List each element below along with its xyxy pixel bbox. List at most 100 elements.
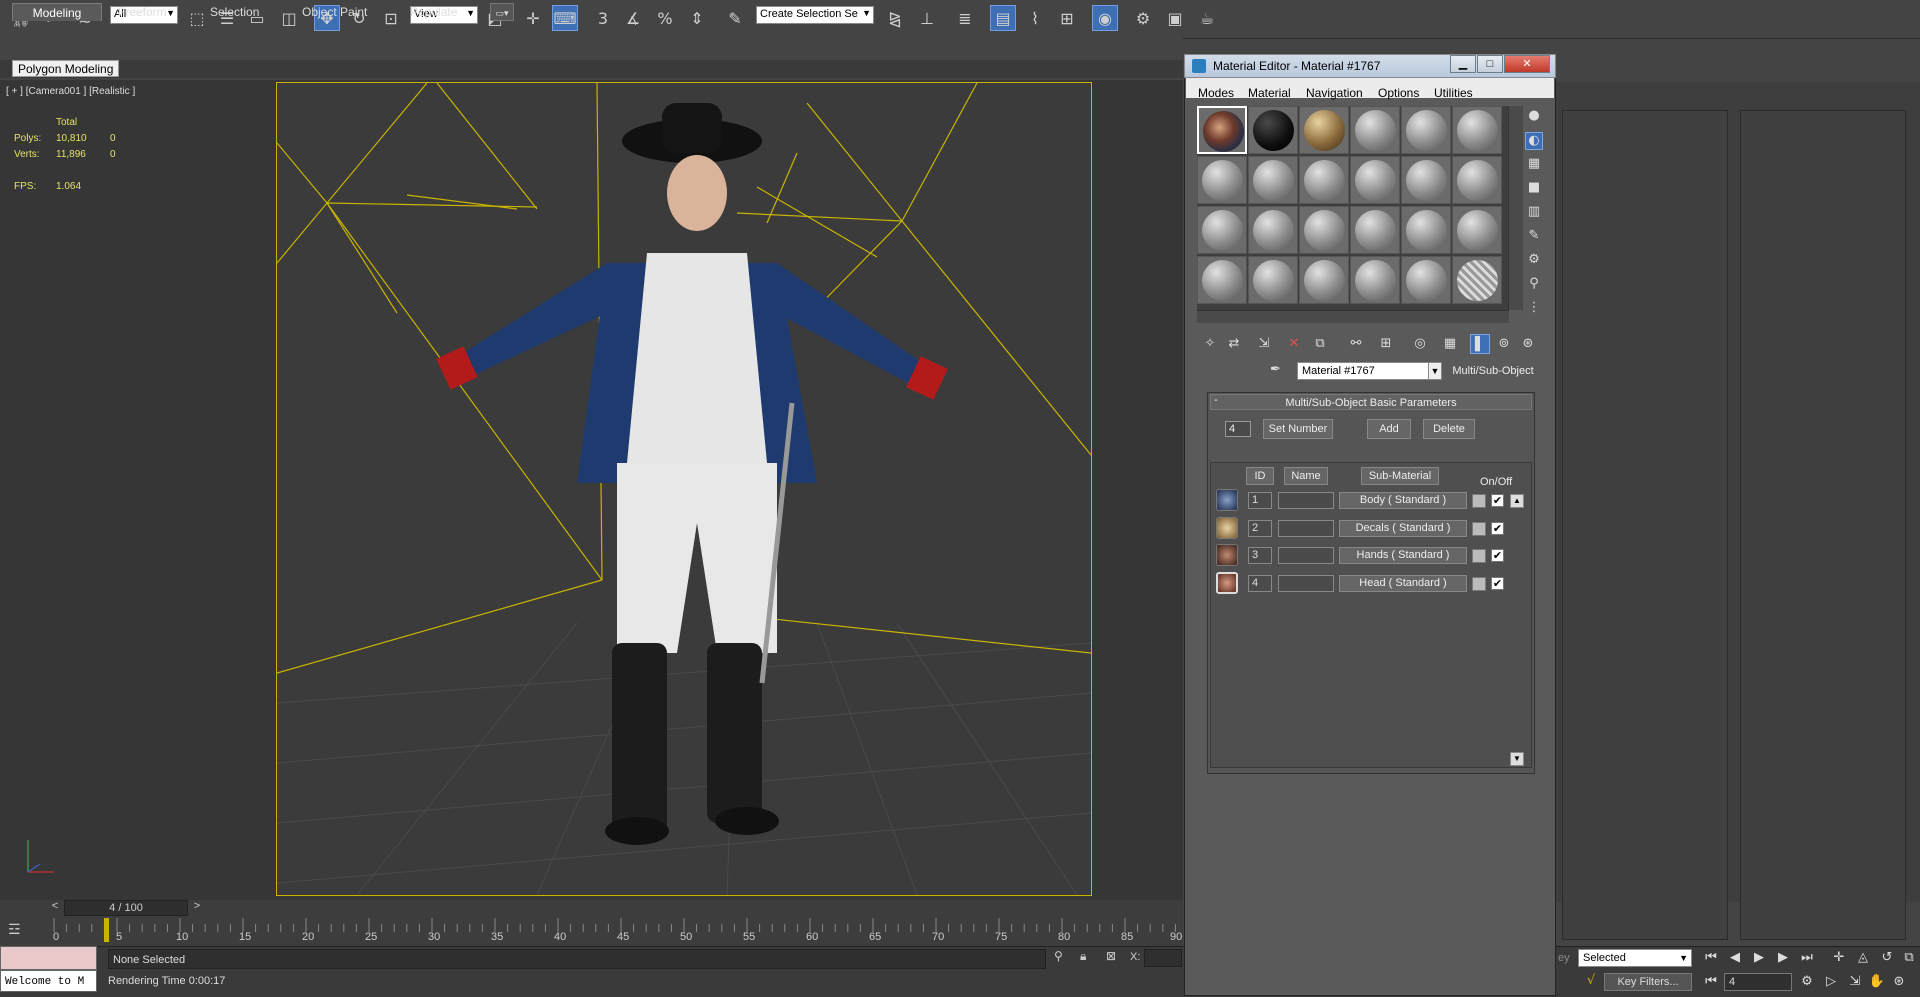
row-color-swatch[interactable] bbox=[1472, 522, 1486, 536]
put-to-scene-icon[interactable]: ⇄ bbox=[1224, 334, 1244, 354]
submaterial-button[interactable]: Decals ( Standard ) bbox=[1339, 520, 1467, 537]
select-by-material-icon[interactable]: ⚲ bbox=[1525, 276, 1543, 294]
window-crossing-icon[interactable]: ◫ bbox=[276, 5, 302, 31]
menu-utilities[interactable]: Utilities bbox=[1434, 86, 1473, 100]
sort-by-submaterial-button[interactable]: Sub-Material bbox=[1361, 467, 1439, 485]
walkthrough-icon[interactable]: ⇲ bbox=[1846, 973, 1864, 991]
angle-snap-icon[interactable]: ∡ bbox=[620, 5, 646, 31]
select-icon[interactable]: ⬚ bbox=[184, 5, 210, 31]
maxscript-mini-listener[interactable] bbox=[0, 946, 97, 970]
curve-editor-mini-icon[interactable]: ☲ bbox=[8, 922, 34, 942]
prev-key-icon[interactable]: ◀ bbox=[1726, 949, 1744, 967]
mirror-icon[interactable]: ⧎ bbox=[882, 5, 908, 31]
set-number-button[interactable]: Set Number bbox=[1263, 419, 1333, 439]
sample-slot[interactable] bbox=[1299, 106, 1349, 154]
lock-icon[interactable]: 🔒︎ bbox=[1080, 949, 1096, 967]
key-filters-button[interactable]: Key Filters... bbox=[1604, 973, 1692, 991]
list-scroll-up-icon[interactable]: ▲ bbox=[1510, 494, 1524, 508]
named-selection-dropdown[interactable]: Create Selection Se ▼ bbox=[756, 6, 874, 24]
sample-slot[interactable] bbox=[1248, 256, 1298, 304]
sample-slot[interactable] bbox=[1197, 156, 1247, 204]
sample-slot[interactable] bbox=[1299, 256, 1349, 304]
align-icon[interactable]: ⊥ bbox=[914, 5, 940, 31]
sample-slot[interactable] bbox=[1248, 156, 1298, 204]
slots-horizontal-scrollbar[interactable] bbox=[1197, 310, 1509, 323]
row-id-field[interactable]: 4 bbox=[1248, 575, 1272, 592]
maximize-button[interactable]: □ bbox=[1477, 55, 1503, 73]
submaterial-button[interactable]: Body ( Standard ) bbox=[1339, 492, 1467, 509]
x-coord-field[interactable] bbox=[1144, 949, 1182, 967]
percent-snap-icon[interactable]: % bbox=[652, 5, 678, 31]
material-id-channel-icon[interactable]: ◎ bbox=[1410, 334, 1430, 354]
options-icon[interactable]: ⚙ bbox=[1525, 252, 1543, 270]
next-key-icon[interactable]: ▶ bbox=[1774, 949, 1792, 967]
row-id-field[interactable]: 2 bbox=[1248, 520, 1272, 537]
rollout-collapse-icon[interactable]: - bbox=[1214, 394, 1218, 406]
isolate-icon[interactable]: ⚲ bbox=[1054, 949, 1070, 967]
material-editor-icon[interactable]: ◉ bbox=[1092, 5, 1118, 31]
row-on-checkbox[interactable]: ✔ bbox=[1491, 522, 1504, 535]
minimize-button[interactable]: ▁ bbox=[1450, 55, 1476, 73]
go-to-parent-icon[interactable]: ⊚ bbox=[1494, 334, 1514, 354]
row-id-field[interactable]: 3 bbox=[1248, 547, 1272, 564]
sample-slot[interactable] bbox=[1452, 206, 1502, 254]
sample-slot[interactable] bbox=[1401, 106, 1451, 154]
sample-slot[interactable] bbox=[1248, 206, 1298, 254]
submaterial-button[interactable]: Head ( Standard ) bbox=[1339, 575, 1467, 592]
sample-slot[interactable] bbox=[1401, 156, 1451, 204]
sort-by-id-button[interactable]: ID bbox=[1246, 467, 1274, 485]
render-setup-icon[interactable]: ⚙ bbox=[1130, 5, 1156, 31]
slots-vertical-scrollbar[interactable] bbox=[1508, 106, 1523, 310]
maximize-viewport-icon[interactable]: ⧉ bbox=[1900, 949, 1918, 967]
goto-start-icon[interactable]: ⏮ bbox=[1702, 949, 1720, 967]
time-config-icon[interactable]: ⚙ bbox=[1798, 973, 1816, 991]
sample-slot[interactable] bbox=[1197, 256, 1247, 304]
sample-type-icon[interactable]: ● bbox=[1525, 108, 1543, 126]
ribbon-options-icon[interactable]: ▭▾ bbox=[490, 3, 514, 21]
tab-populate[interactable]: Populate bbox=[410, 3, 457, 21]
row-color-swatch[interactable] bbox=[1472, 577, 1486, 591]
layer-manager-icon[interactable]: ≣ bbox=[952, 5, 978, 31]
snap-3-icon[interactable]: 3 bbox=[590, 5, 616, 31]
sample-slot[interactable] bbox=[1452, 156, 1502, 204]
video-color-check-icon[interactable]: ▥ bbox=[1525, 204, 1543, 222]
time-slider[interactable]: 4 / 100 bbox=[64, 900, 188, 916]
rendered-frame-icon[interactable]: ▣ bbox=[1162, 5, 1188, 31]
make-copy-icon[interactable]: ⧉ bbox=[1310, 334, 1330, 354]
selection-set-dropdown[interactable]: Selected ▼ bbox=[1578, 949, 1692, 967]
prev-frame-button[interactable]: < bbox=[48, 900, 62, 916]
sample-slot[interactable] bbox=[1299, 206, 1349, 254]
sample-slot[interactable] bbox=[1248, 106, 1298, 154]
rollout-title[interactable]: Multi/Sub-Object Basic Parameters bbox=[1210, 394, 1532, 410]
row-on-checkbox[interactable]: ✔ bbox=[1491, 549, 1504, 562]
keyboard-shortcut-icon[interactable]: ⌨ bbox=[552, 5, 578, 31]
background-icon[interactable]: ▦ bbox=[1525, 156, 1543, 174]
menu-options[interactable]: Options bbox=[1378, 86, 1419, 100]
get-material-icon[interactable]: ✧ bbox=[1200, 334, 1220, 354]
backlight-icon[interactable]: ◐ bbox=[1525, 132, 1543, 150]
show-end-result-icon[interactable]: ▌ bbox=[1470, 334, 1490, 354]
orbit-icon[interactable]: ↺ bbox=[1878, 949, 1896, 967]
row-on-checkbox[interactable]: ✔ bbox=[1491, 577, 1504, 590]
sample-slot[interactable] bbox=[1401, 206, 1451, 254]
sample-uv-tiling-icon[interactable]: ■ bbox=[1525, 180, 1543, 198]
time-slider-marker[interactable] bbox=[104, 918, 109, 942]
manipulate-icon[interactable]: ✛ bbox=[520, 5, 546, 31]
sample-slot[interactable] bbox=[1350, 156, 1400, 204]
schematic-view-icon[interactable]: ⊞ bbox=[1054, 5, 1080, 31]
reset-map-icon[interactable]: ✕ bbox=[1284, 334, 1304, 354]
sample-slot[interactable] bbox=[1197, 206, 1247, 254]
menu-modes[interactable]: Modes bbox=[1198, 86, 1234, 100]
tab-object-paint[interactable]: Object Paint bbox=[302, 3, 367, 21]
sort-by-name-button[interactable]: Name bbox=[1284, 467, 1328, 485]
sample-slot[interactable] bbox=[1452, 256, 1502, 304]
sample-slot[interactable] bbox=[1350, 256, 1400, 304]
play-mini-icon[interactable]: ▷ bbox=[1822, 973, 1840, 991]
scene-explorer-icon[interactable]: ▤ bbox=[990, 5, 1016, 31]
pick-material-eyedropper-icon[interactable]: ✒ bbox=[1270, 362, 1288, 380]
assign-to-selection-icon[interactable]: ⇲ bbox=[1254, 334, 1274, 354]
material-count-field[interactable]: 4 bbox=[1225, 421, 1251, 437]
submaterial-button[interactable]: Hands ( Standard ) bbox=[1339, 547, 1467, 564]
play-icon[interactable]: ▶ bbox=[1750, 949, 1768, 967]
sample-slot[interactable] bbox=[1452, 106, 1502, 154]
